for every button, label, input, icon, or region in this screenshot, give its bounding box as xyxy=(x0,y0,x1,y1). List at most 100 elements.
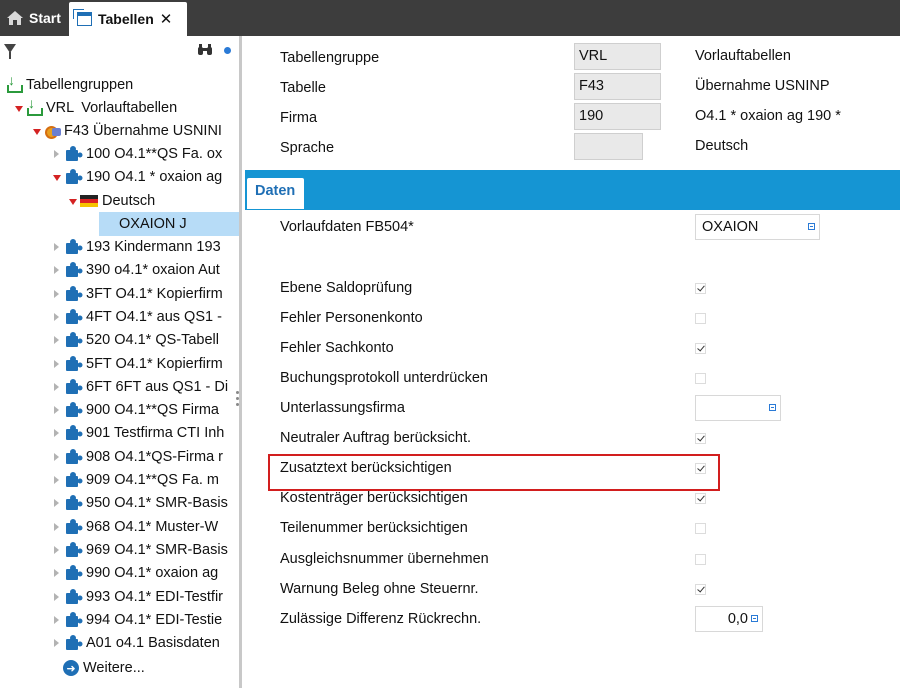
expand-toggle-icon[interactable] xyxy=(52,405,62,415)
tree-item-label: 969 O4.1* SMR-Basis xyxy=(86,541,228,558)
checkbox[interactable] xyxy=(695,373,706,384)
checkbox[interactable] xyxy=(695,584,706,595)
tree-table[interactable]: F43 Übernahme USNINI xyxy=(32,120,222,142)
expand-toggle-icon[interactable] xyxy=(52,545,62,555)
expand-toggle-icon[interactable] xyxy=(52,312,62,322)
expand-toggle-icon[interactable] xyxy=(52,522,62,532)
header-label: Sprache xyxy=(280,140,335,156)
tab-tabellen-label: Tabellen xyxy=(98,11,154,27)
binoculars-icon[interactable] xyxy=(197,44,213,56)
download-icon xyxy=(26,95,43,116)
tree-item-label: 390 o4.1* oxaion Aut xyxy=(86,262,220,279)
differenz-input[interactable]: 0,0 xyxy=(695,606,763,632)
tree-item[interactable]: 950 O4.1* SMR-Basis xyxy=(52,492,228,514)
table-gear-icon xyxy=(44,123,62,139)
tab-start[interactable]: Start xyxy=(0,0,68,36)
vorlauf-label: Vorlaufdaten FB504* xyxy=(280,219,414,235)
tree-item[interactable]: 900 O4.1**QS Firma xyxy=(52,399,219,421)
checkbox[interactable] xyxy=(695,493,706,504)
header-description: Übernahme USNINP xyxy=(695,78,830,94)
tree-item[interactable]: 390 o4.1* oxaion Aut xyxy=(52,259,220,281)
header-description: Vorlauftabellen xyxy=(695,48,791,64)
expand-toggle-icon[interactable] xyxy=(52,428,62,438)
tree-item-label: 520 O4.1* QS-Tabell xyxy=(86,332,219,349)
tree-selected-item[interactable]: OXAION J xyxy=(119,213,187,235)
tree-item-label: 993 O4.1* EDI-Testfir xyxy=(86,588,223,605)
header-label: Tabelle xyxy=(280,80,326,96)
puzzle-icon xyxy=(64,611,82,628)
tree-item[interactable]: 993 O4.1* EDI-Testfir xyxy=(52,586,223,608)
tree-root[interactable]: Tabellengruppen xyxy=(6,72,133,96)
expand-toggle-icon[interactable] xyxy=(52,452,62,462)
expand-toggle-icon[interactable] xyxy=(52,615,62,625)
checkbox[interactable] xyxy=(695,433,706,444)
tree-item[interactable]: 990 O4.1* oxaion ag xyxy=(52,562,218,584)
expand-toggle-icon[interactable] xyxy=(52,592,62,602)
expand-toggle-icon[interactable] xyxy=(52,638,62,648)
expand-toggle-icon[interactable] xyxy=(52,568,62,578)
vorlauf-input[interactable]: OXAION xyxy=(695,214,820,240)
tree-item[interactable]: 968 O4.1* Muster-W xyxy=(52,516,218,538)
checkbox[interactable] xyxy=(695,523,706,534)
checkbox[interactable] xyxy=(695,283,706,294)
tab-tabellen[interactable]: Tabellen ✕ xyxy=(69,2,187,36)
checkbox[interactable] xyxy=(695,343,706,354)
checkbox[interactable] xyxy=(695,554,706,565)
checkbox[interactable] xyxy=(695,313,706,324)
lookup-icon[interactable] xyxy=(808,223,815,230)
tree-item-label: 901 Testfirma CTI Inh xyxy=(86,425,225,442)
expand-toggle-icon[interactable] xyxy=(52,149,62,159)
tree-item-label: A01 o4.1 Basisdaten xyxy=(86,635,220,652)
tree-item[interactable]: 5FT O4.1* Kopierfirm xyxy=(52,353,223,375)
tab-daten[interactable]: Daten xyxy=(247,178,304,209)
tree-item[interactable]: 908 O4.1*QS-Firma r xyxy=(52,446,223,468)
tree-item[interactable]: 6FT 6FT aus QS1 - Di xyxy=(52,376,228,398)
expand-toggle-icon[interactable] xyxy=(52,382,62,392)
tree-item[interactable]: 994 O4.1* EDI-Testie xyxy=(52,609,222,631)
expand-toggle-icon[interactable] xyxy=(52,498,62,508)
expand-toggle-icon[interactable] xyxy=(52,359,62,369)
tree-item[interactable]: 3FT O4.1* Kopierfirm xyxy=(52,283,223,305)
expand-toggle-icon[interactable] xyxy=(68,196,78,206)
tree-group[interactable]: VRL Vorlauftabellen xyxy=(14,95,178,119)
expand-toggle-icon[interactable] xyxy=(52,172,62,182)
tree-more[interactable]: ➜ Weitere... xyxy=(63,657,145,679)
expand-toggle-icon[interactable] xyxy=(52,335,62,345)
expand-toggle-icon[interactable] xyxy=(32,126,42,136)
tree-item[interactable]: 4FT O4.1* aus QS1 - xyxy=(52,306,222,328)
tree-language[interactable]: Deutsch xyxy=(68,190,155,212)
unterlassungsfirma-input[interactable] xyxy=(695,395,781,421)
german-flag-icon xyxy=(80,195,98,207)
tree-group-desc: Vorlauftabellen xyxy=(81,100,178,116)
lookup-icon[interactable] xyxy=(751,615,758,622)
tree-item[interactable]: 100 O4.1**QS Fa. ox xyxy=(52,143,222,165)
close-icon[interactable]: ✕ xyxy=(160,10,173,28)
puzzle-icon xyxy=(64,402,82,418)
tree-item-label: 990 O4.1* oxaion ag xyxy=(86,565,219,582)
tree-item[interactable]: 909 O4.1**QS Fa. m xyxy=(52,469,219,491)
tree-item[interactable]: 901 Testfirma CTI Inh xyxy=(52,422,224,444)
expand-toggle-icon[interactable] xyxy=(52,242,62,252)
lookup-icon[interactable] xyxy=(769,404,776,411)
puzzle-icon xyxy=(64,588,82,605)
expand-toggle-icon[interactable] xyxy=(52,265,62,275)
puzzle-icon xyxy=(64,308,82,325)
expand-toggle-icon[interactable] xyxy=(52,475,62,485)
tree-item[interactable]: 520 O4.1* QS-Tabell xyxy=(52,329,219,351)
filter-icon[interactable] xyxy=(4,44,16,59)
tree-item[interactable]: 190 O4.1 * oxaion ag xyxy=(52,166,222,188)
tree-item-label: 190 O4.1 * oxaion ag xyxy=(86,169,223,185)
status-dot-icon[interactable] xyxy=(224,47,231,54)
expand-toggle-icon[interactable] xyxy=(14,103,24,113)
header-label: Tabellengruppe xyxy=(280,50,380,66)
header-value-field: VRL xyxy=(574,43,661,70)
expand-toggle-icon[interactable] xyxy=(52,289,62,299)
tree-item[interactable]: 969 O4.1* SMR-Basis xyxy=(52,539,228,561)
tree-item-label: 909 O4.1**QS Fa. m xyxy=(86,472,219,488)
tree-item-label: 968 O4.1* Muster-W xyxy=(86,518,219,535)
tree-item[interactable]: A01 o4.1 Basisdaten xyxy=(52,632,220,654)
puzzle-icon xyxy=(64,565,82,581)
panel-resize-handle[interactable] xyxy=(236,391,239,407)
tree-item[interactable]: 193 Kindermann 193 xyxy=(52,236,221,258)
tree-more-label: Weitere... xyxy=(83,660,145,676)
